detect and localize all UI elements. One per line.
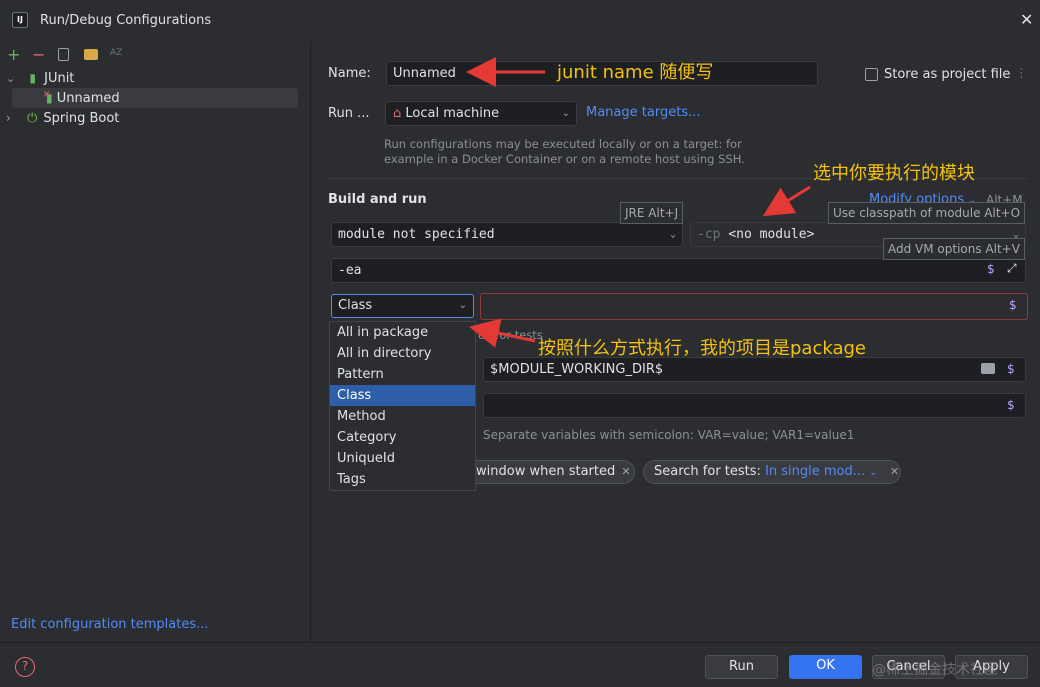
- annotation-arrows: [466, 57, 811, 348]
- arrow-to-module: [762, 185, 811, 217]
- arrow-to-dropdown: [469, 318, 536, 348]
